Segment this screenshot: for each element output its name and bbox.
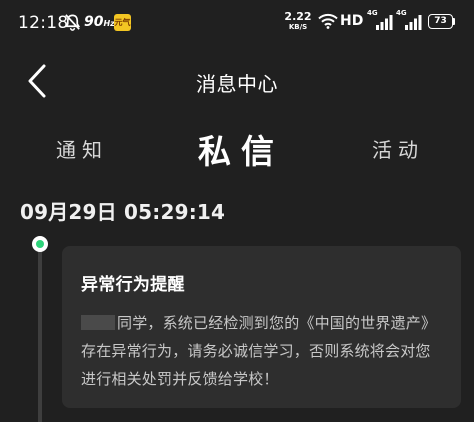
page-title: 消息中心 [196,72,278,96]
refresh-rate: 90Hz [84,14,115,30]
redacted-name [81,315,115,330]
message-card[interactable]: 异常行为提醒 同学，系统已经检测到您的《中国的世界遗产》存在异常行为，请务必诚信… [62,246,461,408]
status-time: 12:18 [18,13,69,33]
timeline-dot [32,236,48,252]
hd-indicator: HD [340,13,364,29]
tab-notice[interactable]: 通知 [56,134,108,163]
status-bar: 12:18 90Hz 元气 2.22 KB/S HD 4G 4G 73 [0,0,474,48]
network-speed: 2.22 KB/S [284,10,312,31]
app-icon: 元气 [114,14,131,31]
message-text: 同学，系统已经检测到您的《中国的世界遗产》存在异常行为，请务必诚信学习，否则系统… [81,314,437,388]
tab-activity[interactable]: 活动 [372,134,424,163]
timeline-line [38,246,42,422]
message-body: 同学，系统已经检测到您的《中国的世界遗产》存在异常行为，请务必诚信学习，否则系统… [81,309,443,393]
message-title: 异常行为提醒 [81,275,185,295]
signal-icon [376,15,393,30]
wifi-icon [318,13,338,29]
battery-icon: 73 [428,14,453,29]
battery-tip [453,18,455,25]
message-timestamp: 09月29日 05:29:14 [20,200,226,224]
screen: 12:18 90Hz 元气 2.22 KB/S HD 4G 4G 73 消息中心… [0,0,474,422]
tab-private-message[interactable]: 私信 [198,125,284,173]
mute-icon [64,14,81,31]
signal-icon [405,15,422,30]
